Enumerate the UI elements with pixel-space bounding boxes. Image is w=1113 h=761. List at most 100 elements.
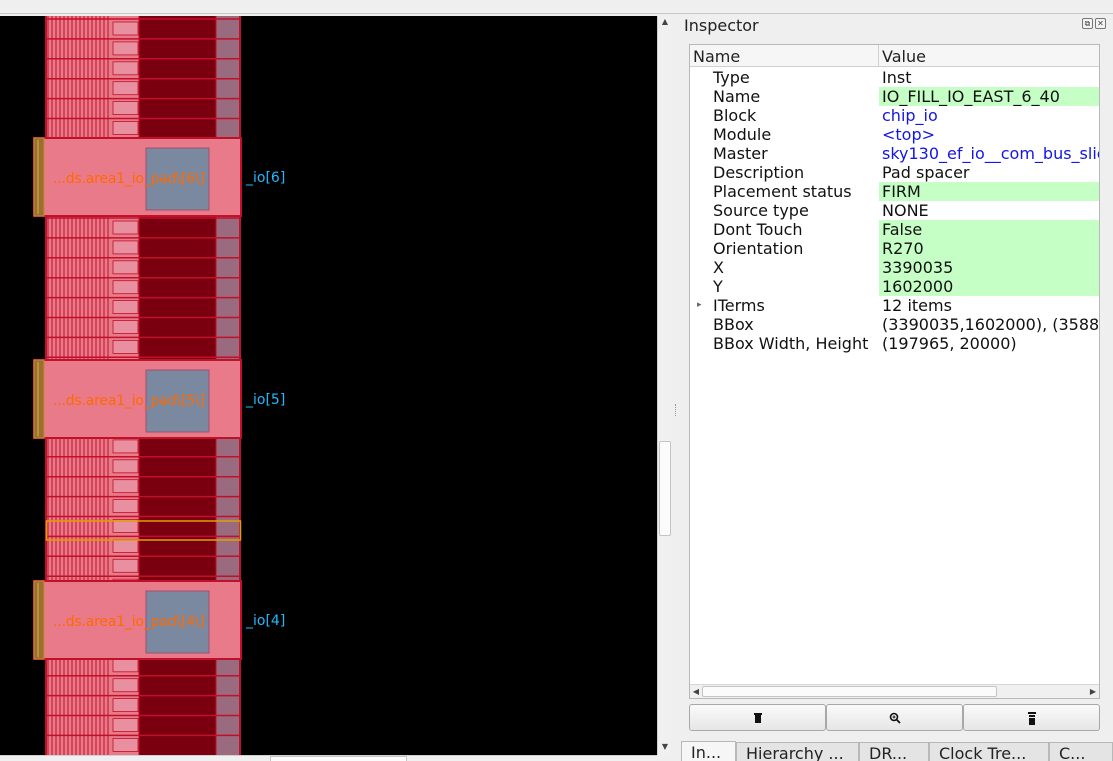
net-label: _io[6] [246,170,286,186]
table-row[interactable]: X 3390035 [690,258,1099,277]
close-icon[interactable]: ✕ [1095,18,1106,29]
table-row[interactable]: Source type NONE [690,201,1099,220]
table-row[interactable]: Orientation R270 [690,239,1099,258]
filler-cell [112,658,139,673]
filler-cell [112,678,139,693]
property-name: Source type [713,201,809,220]
property-value[interactable]: False [879,220,1099,239]
property-name: Master [713,144,768,163]
pad-label: ...ds.area1_io_pad\[5\] [53,393,205,409]
app-window: ...ds.area1_io_pad\[6\] _io[6] ...ds.are… [0,0,1113,761]
property-table: Name Value Type Inst Name IO_FILL_IO_EAST_6… [689,44,1100,699]
property-value[interactable]: chip_io [879,106,1099,125]
scroll-right-icon[interactable]: ▶ [1087,685,1099,698]
table-row[interactable]: Dont Touch False [690,220,1099,239]
table-row[interactable]: Type Inst [690,68,1099,87]
column-divider[interactable] [878,45,879,67]
scroll-up-icon[interactable]: ▲ [658,16,672,28]
filler-cell [112,459,139,474]
property-value[interactable]: sky130_ef_io__com_bus_slice [879,144,1099,163]
tab-clock-tree[interactable]: Clock Tre... [929,742,1049,761]
scrollbar-thumb[interactable] [702,686,997,697]
filler-cell [112,41,139,56]
tab-other[interactable]: C... [1049,742,1113,761]
filler-cell [112,101,139,115]
dock-splitter[interactable] [671,16,681,761]
property-name: Module [713,125,772,144]
tab-drc[interactable]: DR... [859,742,929,761]
property-name: Placement status [713,182,852,201]
filler-cell [112,81,139,96]
filler-cell [112,479,139,494]
tab-inspector[interactable]: In... [681,741,736,761]
scrollbar-thumb[interactable] [659,441,671,536]
layout-viewer[interactable]: ...ds.area1_io_pad\[6\] _io[6] ...ds.are… [0,16,657,755]
table-row[interactable]: Y 1602000 [690,277,1099,296]
table-header: Name Value [690,45,1099,67]
property-name: Type [713,68,750,87]
filler-cell [112,300,139,315]
table-horizontal-scrollbar[interactable]: ◀ ▶ [690,684,1099,698]
scroll-left-icon[interactable]: ◀ [690,685,702,698]
pad-edge-strip [33,580,45,660]
property-value[interactable]: 3390035 [879,258,1099,277]
column-header-name[interactable]: Name [693,47,740,66]
scroll-down-icon[interactable]: ▼ [658,741,672,753]
property-value[interactable]: FIRM [879,182,1099,201]
column-header-value[interactable]: Value [882,47,926,66]
viewer-horizontal-scrollbar[interactable] [0,755,657,761]
filler-cell [112,260,139,275]
filler-cell [112,280,139,295]
filler-cell [112,121,139,135]
property-name: BBox Width, Height [713,334,869,353]
table-row[interactable]: Master sky130_ef_io__com_bus_slice [690,144,1099,163]
float-icon[interactable]: ⧉ [1082,18,1093,29]
zoom-icon [889,712,901,724]
table-row[interactable]: ▸ ITerms 12 items [690,296,1099,315]
layout-canvas[interactable] [0,16,657,755]
scrollbar-thumb[interactable] [270,756,407,761]
filler-cell [112,240,139,255]
table-row[interactable]: Placement status FIRM [690,182,1099,201]
filler-cell [112,339,139,354]
highlight-icon [1027,712,1036,725]
pad-label: ...ds.area1_io_pad\[4\] [53,614,205,630]
property-value[interactable]: R270 [879,239,1099,258]
property-value[interactable]: 1602000 [879,277,1099,296]
filler-cell [112,439,139,454]
pad-edge-strip [33,359,45,439]
property-name: Description [713,163,805,182]
viewer-vertical-scrollbar[interactable]: ▲ ▼ [657,16,671,755]
property-value: (197965, 20000) [882,334,1017,353]
filler-cell [112,558,139,573]
inspector-panel: Inspector ⧉ ✕ Name Value Type Inst Name IO_… [681,14,1113,761]
property-value[interactable]: IO_FILL_IO_EAST_6_40 [879,87,1099,106]
filler-cell [112,320,139,334]
table-row[interactable]: Description Pad spacer [690,163,1099,182]
table-row[interactable]: Name IO_FILL_IO_EAST_6_40 [690,87,1099,106]
table-row[interactable]: BBox Width, Height (197965, 20000) [690,334,1099,353]
filler-cell [112,220,139,235]
inspector-title: Inspector [684,16,759,35]
table-row[interactable]: Block chip_io [690,106,1099,125]
zoom-to-button[interactable] [826,704,963,731]
net-label: _io[5] [246,392,286,408]
property-name: ITerms [713,296,765,315]
expand-arrow-icon[interactable]: ▸ [697,296,702,315]
filler-cell [112,61,139,76]
delete-button[interactable] [689,704,826,731]
table-row[interactable]: Module <top> [690,125,1099,144]
net-label: _io[4] [246,613,286,629]
splitter-handle-icon [675,404,677,416]
property-value[interactable]: <top> [879,125,1099,144]
property-name: Orientation [713,239,804,258]
property-name: X [713,258,724,277]
table-row[interactable]: BBox (3390035,1602000), (3588000,1622000) [690,315,1099,334]
pad-edge-strip [33,137,45,217]
property-value: Inst [882,68,912,87]
filler-cell [112,499,139,514]
property-value: 12 items [882,296,952,315]
property-value: NONE [882,201,929,220]
tab-hierarchy[interactable]: Hierarchy ... [736,742,859,761]
highlight-button[interactable] [963,704,1100,731]
